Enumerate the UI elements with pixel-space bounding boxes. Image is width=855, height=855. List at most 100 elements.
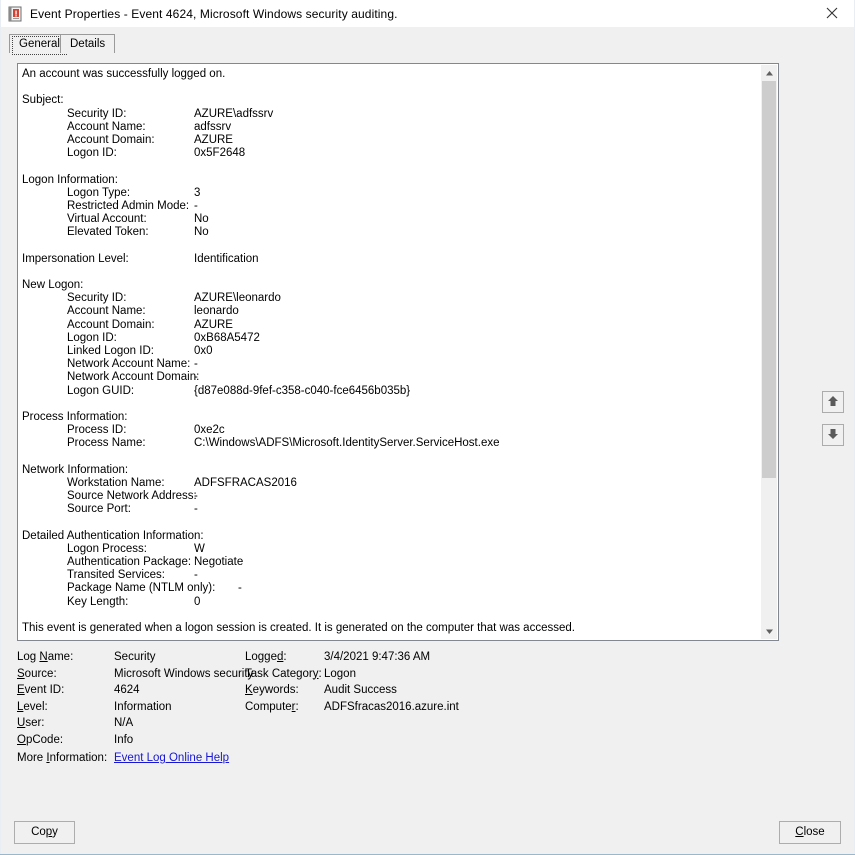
field-label: Source Network Address: xyxy=(67,490,197,503)
field-label: Impersonation Level: xyxy=(22,253,129,266)
field-label: Process ID: xyxy=(67,424,126,437)
field-label: Source Port: xyxy=(67,503,131,516)
metadata-label: User: xyxy=(17,717,44,729)
description-field-row: Logon GUID:{d87e088d-9fef-c358-c040-fce6… xyxy=(22,385,762,398)
description-field-row: Logon Process:W xyxy=(22,543,762,556)
description-footer-line: This event is generated when a logon ses… xyxy=(22,622,762,635)
metadata-value: ADFSfracas2016.azure.int xyxy=(324,701,459,713)
field-label: Virtual Account: xyxy=(67,213,147,226)
metadata-value: Audit Success xyxy=(324,684,397,696)
field-value: AZURE xyxy=(194,319,233,332)
accelerator-key: S xyxy=(17,668,25,680)
metadata-row: Event ID: 4624 Keywords: Audit Success xyxy=(17,684,807,701)
copy-button[interactable]: Copy xyxy=(14,821,75,844)
description-field-row: Account Name:adfssrv xyxy=(22,121,762,134)
spacer xyxy=(22,239,762,252)
field-label: Account Name: xyxy=(67,305,146,318)
close-icon[interactable] xyxy=(809,0,855,26)
more-information-row: More Information:Event Log Online Help xyxy=(17,752,807,772)
description-field-row: Account Domain:AZURE xyxy=(22,134,762,147)
description-field-row: Workstation Name:ADFSFRACAS2016 xyxy=(22,477,762,490)
arrow-up-icon xyxy=(826,394,840,411)
field-label: Transited Services: xyxy=(67,569,165,582)
metadata-row: OpCode:Info xyxy=(17,734,807,751)
metadata-value: Security xyxy=(114,651,156,663)
metadata-row: User:N/A xyxy=(17,717,807,734)
field-label: Package Name (NTLM only): xyxy=(67,582,215,595)
tab-strip: General Details xyxy=(0,27,855,54)
description-field-row: Security ID: AZURE\adfssrv xyxy=(22,108,762,121)
spacer xyxy=(22,450,762,463)
field-label: Linked Logon ID: xyxy=(67,345,154,358)
field-value: - xyxy=(238,582,242,595)
field-value: Identification xyxy=(194,253,259,266)
metadata-row: Source:Microsoft Windows securityTask Ca… xyxy=(17,668,807,685)
field-label: Security ID: xyxy=(67,108,126,121)
description-section-heading: Subject: xyxy=(22,94,762,107)
tab-details[interactable]: Details xyxy=(60,34,115,54)
description-field-row: Logon ID:0x5F2648 xyxy=(22,147,762,160)
description-field-row: Process ID: 0xe2c xyxy=(22,424,762,437)
event-log-icon xyxy=(7,6,23,22)
accelerator-key: O xyxy=(17,734,26,746)
accelerator-key: E xyxy=(17,684,25,696)
event-description-pane[interactable]: An account was successfully logged on. Su… xyxy=(17,63,779,641)
field-value: - xyxy=(194,371,198,384)
description-field-row: Network Account Name:- xyxy=(22,358,762,371)
field-label: Account Domain: xyxy=(67,319,155,332)
description-section-heading: Process Information: xyxy=(22,411,762,424)
field-value: - xyxy=(194,358,198,371)
field-label: Process Name: xyxy=(67,437,146,450)
description-field-row: Key Length:0 xyxy=(22,596,762,609)
description-headline: An account was successfully logged on. xyxy=(22,68,762,81)
scrollbar-track[interactable] xyxy=(761,478,777,623)
event-description-text: An account was successfully logged on. Su… xyxy=(18,64,762,635)
field-value: C:\Windows\ADFS\Microsoft.IdentityServer… xyxy=(194,437,500,450)
field-label: Network Account Domain: xyxy=(67,371,199,384)
previous-event-button[interactable] xyxy=(822,391,844,413)
copy-button-label: Copy xyxy=(31,826,58,838)
focus-ring xyxy=(12,36,67,55)
description-field-row: Package Name (NTLM only): - xyxy=(22,582,762,595)
metadata-row: Log Name:SecurityLogged:3/4/2021 9:47:36… xyxy=(17,651,807,668)
metadata-label: Logged: xyxy=(245,651,287,663)
metadata-value: Information xyxy=(114,701,172,713)
description-field-row: Security ID: AZURE\leonardo xyxy=(22,292,762,305)
description-field-row: Elevated Token:No xyxy=(22,226,762,239)
description-field-row: Account Domain: AZURE xyxy=(22,319,762,332)
description-field-row: Logon ID:0xB68A5472 xyxy=(22,332,762,345)
field-value: AZURE xyxy=(194,134,233,147)
metadata-label: OpCode: xyxy=(17,734,63,746)
scroll-down-icon[interactable] xyxy=(761,623,777,639)
field-label: Key Length: xyxy=(67,596,128,609)
field-label: Authentication Package: xyxy=(67,556,191,569)
accelerator-key: L xyxy=(17,701,23,713)
accelerator-key: C xyxy=(795,826,803,838)
scroll-up-icon[interactable] xyxy=(761,65,777,81)
field-value: ADFSFRACAS2016 xyxy=(194,477,297,490)
field-value: - xyxy=(194,503,198,516)
field-label: Security ID: xyxy=(67,292,126,305)
close-button[interactable]: Close xyxy=(779,821,841,844)
metadata-label: Keywords: xyxy=(245,684,299,696)
field-value: W xyxy=(194,543,205,556)
field-label: Account Name: xyxy=(67,121,146,134)
metadata-value: 4624 xyxy=(114,684,140,696)
metadata-label: Event ID: xyxy=(17,684,64,696)
description-scrollbar[interactable] xyxy=(761,65,777,639)
field-value: AZURE\leonardo xyxy=(194,292,281,305)
description-field-row: Impersonation Level: Identification xyxy=(22,253,762,266)
spacer xyxy=(22,398,762,411)
description-section-heading: Logon Information: xyxy=(22,174,762,187)
field-value: 0xe2c xyxy=(194,424,225,437)
description-field-row: Process Name: C:\Windows\ADFS\Microsoft.I… xyxy=(22,437,762,450)
scrollbar-thumb[interactable] xyxy=(762,81,776,478)
metadata-label: Source: xyxy=(17,668,57,680)
description-field-row: Source Port: - xyxy=(22,503,762,516)
field-value: AZURE\adfssrv xyxy=(194,108,273,121)
spacer xyxy=(22,609,762,622)
next-event-button[interactable] xyxy=(822,424,844,446)
event-log-online-help-link[interactable]: Event Log Online Help xyxy=(114,752,229,764)
field-value: - xyxy=(194,490,198,503)
field-label: Network Account Name: xyxy=(67,358,190,371)
